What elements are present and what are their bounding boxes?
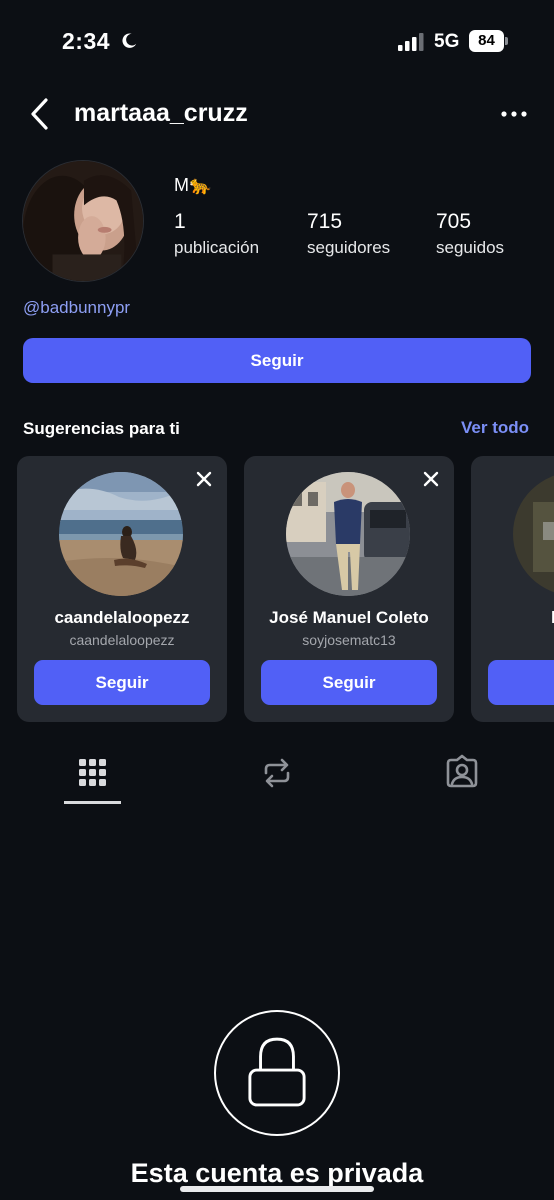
suggestion-avatar[interactable] [286, 472, 410, 596]
private-account-text: Esta cuenta es privada [130, 1158, 424, 1188]
suggestion-name: hippie [471, 608, 554, 628]
followers-count: 715 [307, 210, 343, 233]
suggestion-card[interactable]: hippie ff S [471, 456, 554, 722]
lock-icon [248, 1037, 306, 1107]
suggestion-handle: ff [471, 632, 554, 648]
suggestion-follow-button[interactable]: S [488, 660, 554, 705]
suggestion-name: José Manuel Coleto [269, 608, 429, 627]
suggestion-card[interactable]: caandelaloopezz caandelaloopezz Seguir [17, 456, 227, 722]
followers-stat[interactable]: 715 seguidores [307, 210, 390, 258]
bio-mention-link[interactable]: @badbunnypr [23, 298, 130, 318]
followers-label: seguidores [307, 238, 391, 257]
suggestion-follow-button[interactable]: Seguir [34, 660, 210, 705]
posts-count: 1 [174, 210, 186, 233]
battery-icon: 84 [469, 30, 509, 52]
posts-label: publicación [174, 238, 260, 257]
see-all-link[interactable]: Ver todo [461, 418, 529, 438]
suggestion-avatar[interactable] [59, 472, 183, 596]
suggestion-avatar[interactable] [513, 472, 554, 596]
posts-stat[interactable]: 1 publicación [174, 210, 259, 258]
avatar-photo [23, 161, 143, 281]
following-stat[interactable]: 705 seguidos [436, 210, 504, 258]
tagged-icon[interactable] [442, 753, 482, 793]
more-options-icon[interactable] [498, 104, 530, 124]
close-icon[interactable] [420, 468, 442, 490]
suggestion-handle: soyjosematc13 [302, 632, 396, 648]
network-label: 5G [434, 31, 460, 52]
repost-icon[interactable] [257, 753, 297, 793]
partial-photo [513, 472, 554, 596]
profile-page: 2:34 5G 84 martaaa_cruzz M🐆 1 publicació… [0, 0, 554, 1200]
back-arrow-icon[interactable] [26, 96, 54, 132]
battery-level: 84 [469, 30, 504, 52]
follow-button[interactable]: Seguir [23, 338, 531, 383]
status-time: 2:34 [62, 28, 111, 54]
profile-username: martaaa_cruzz [74, 99, 248, 127]
beach-photo [59, 472, 183, 596]
moon-icon [122, 33, 137, 48]
status-bar: 2:34 5G 84 [0, 0, 554, 84]
profile-avatar[interactable] [22, 160, 144, 282]
home-indicator[interactable] [180, 1186, 374, 1192]
suggestion-name: caandelaloopezz [54, 608, 190, 627]
active-tab-indicator [64, 801, 121, 804]
street-photo [286, 472, 410, 596]
close-icon[interactable] [193, 468, 215, 490]
suggestion-handle: caandelaloopezz [69, 632, 175, 648]
suggestion-card[interactable]: José Manuel Coleto soyjosematc13 Seguir [244, 456, 454, 722]
following-label: seguidos [436, 238, 505, 257]
grid-icon[interactable] [72, 753, 112, 793]
profile-display-name: M🐆 [174, 175, 212, 195]
battery-tip [505, 37, 508, 45]
private-lock-badge [214, 1010, 340, 1136]
suggestion-follow-button[interactable]: Seguir [261, 660, 437, 705]
signal-icon [398, 33, 424, 51]
suggestions-title: Sugerencias para ti [23, 419, 180, 438]
following-count: 705 [436, 210, 472, 233]
